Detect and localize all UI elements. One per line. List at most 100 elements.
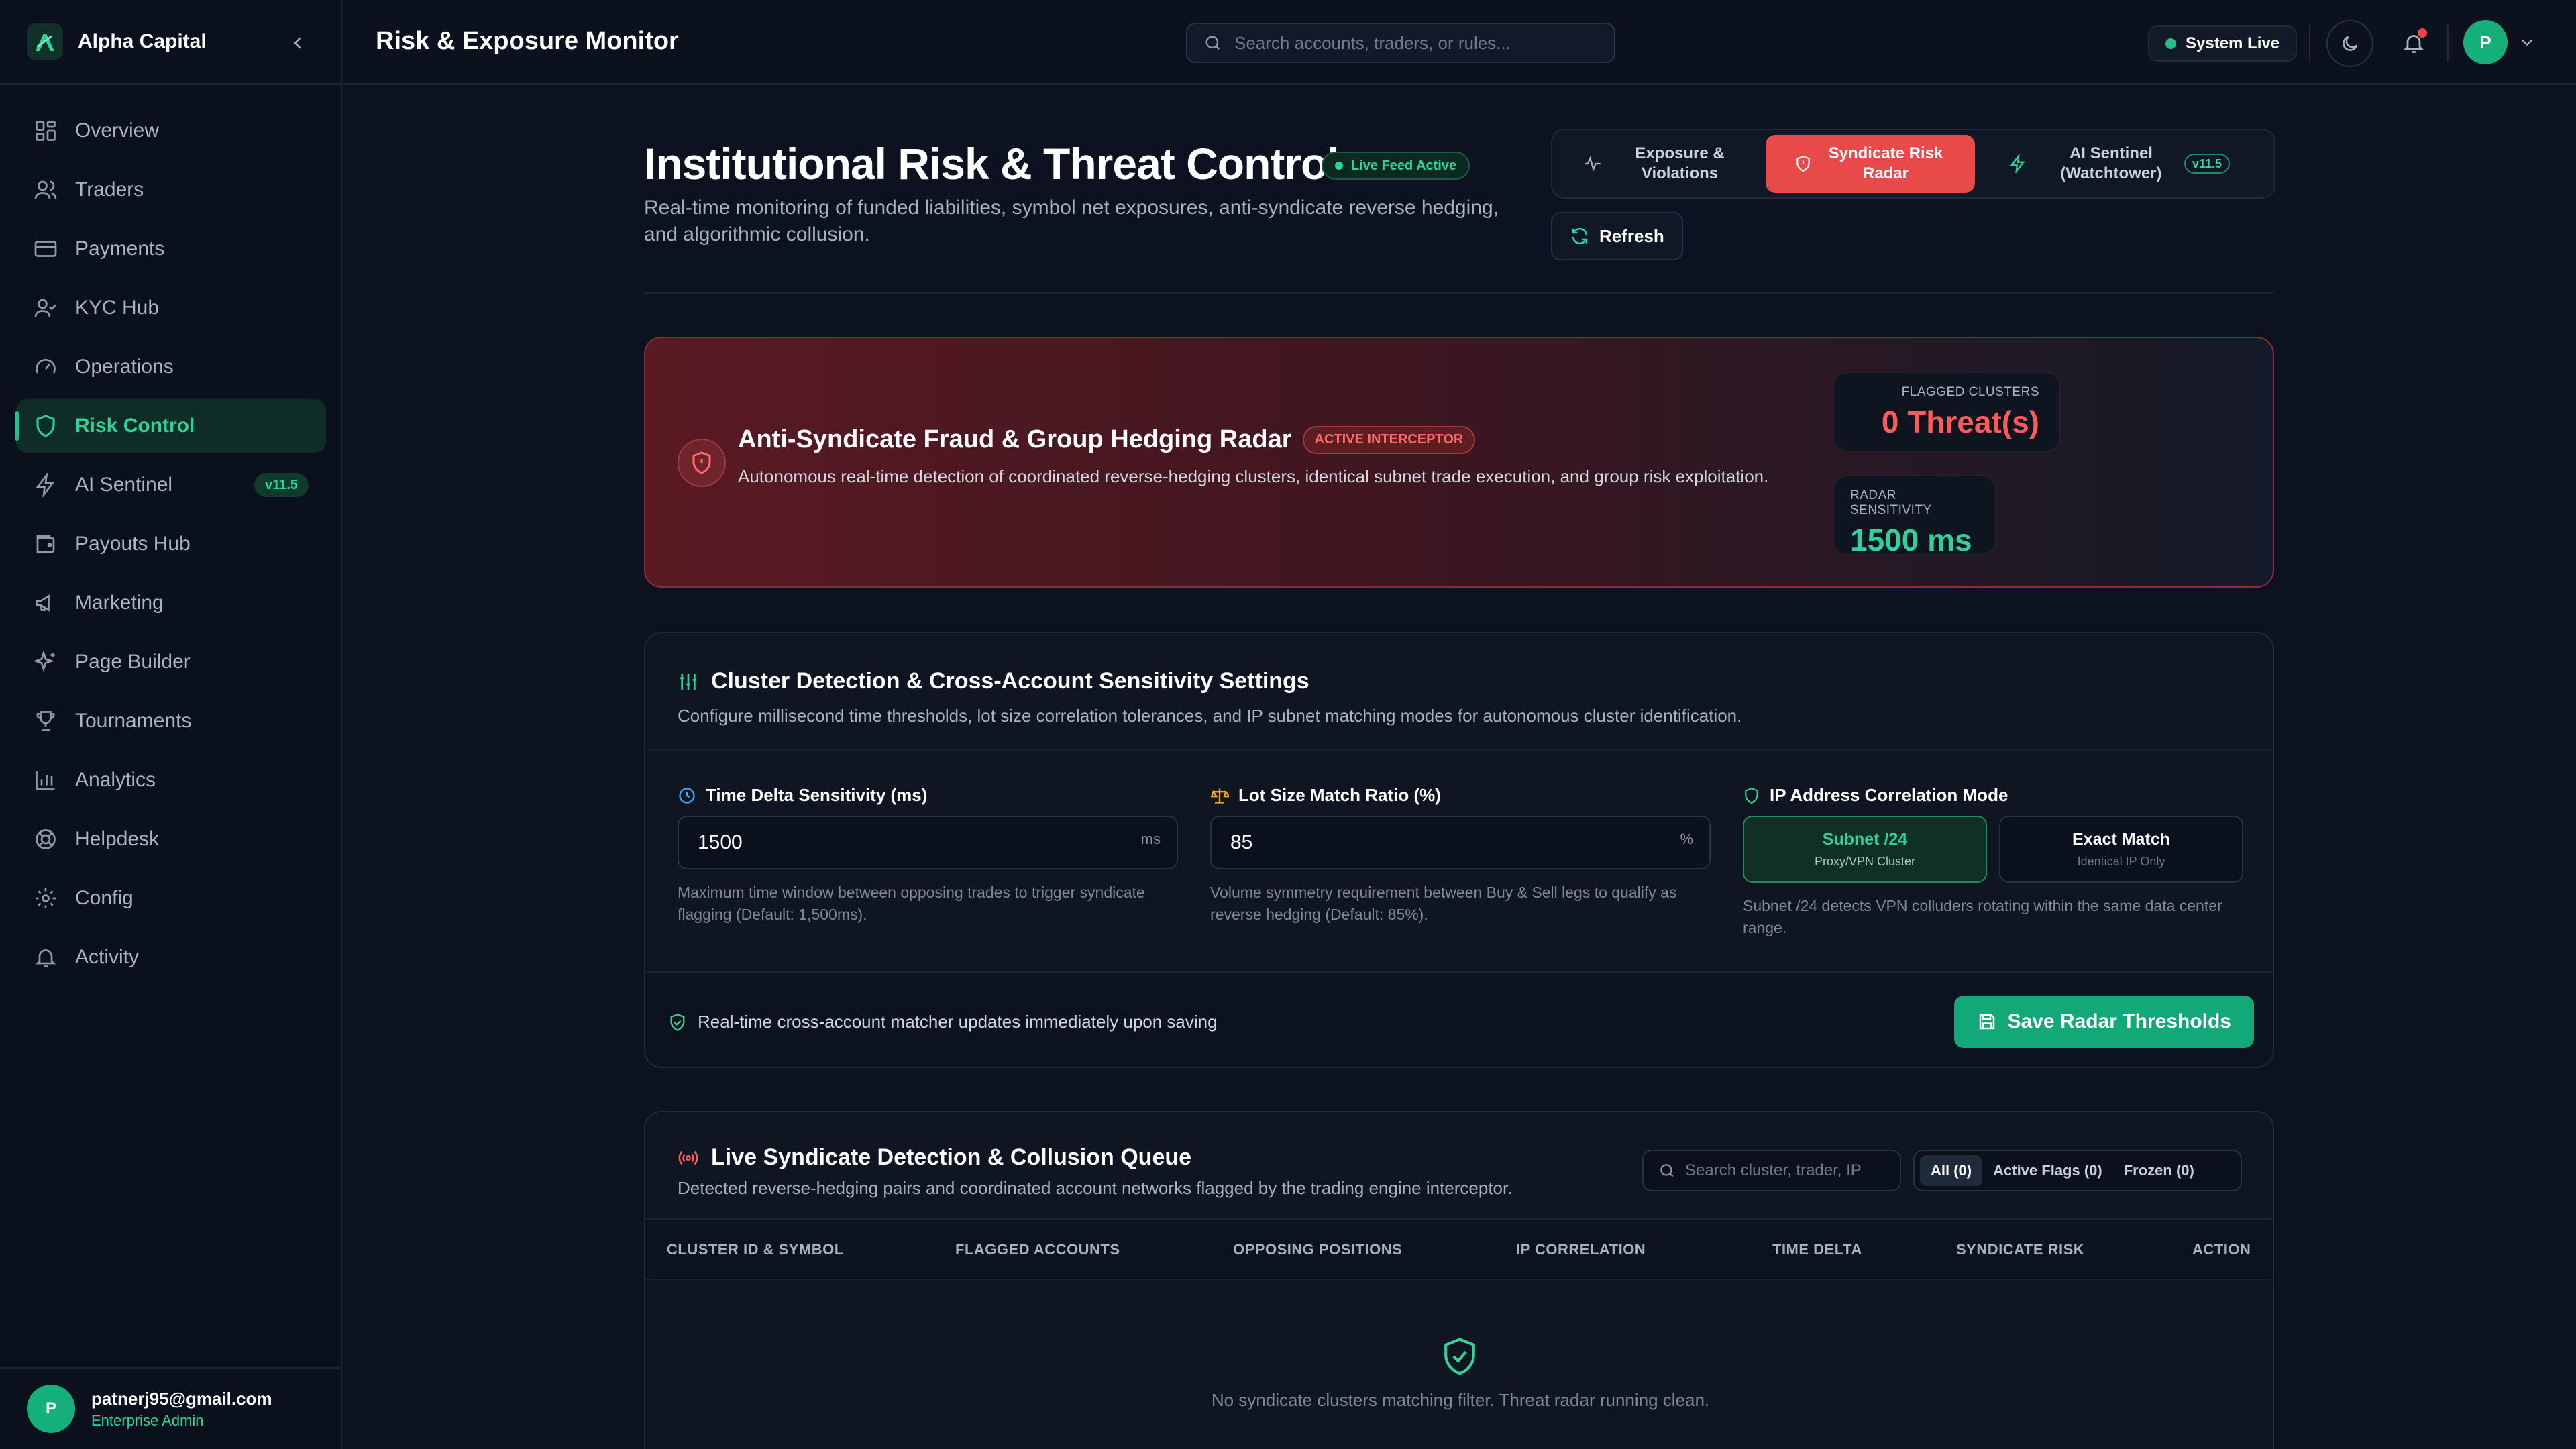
column-header[interactable]: SYNDICATE RISK	[1956, 1241, 2084, 1258]
divider	[644, 292, 2274, 294]
sidebar-item-payments[interactable]: Payments	[16, 222, 326, 276]
tab-label: Exposure & Violations	[1635, 144, 1725, 182]
save-icon	[1977, 1012, 1997, 1032]
sidebar-item-page-builder[interactable]: Page Builder	[16, 635, 326, 689]
time-delta-field[interactable]: ms	[678, 816, 1178, 869]
sidebar-item-payouts-hub[interactable]: Payouts Hub	[16, 517, 326, 571]
notification-dot	[2418, 28, 2427, 38]
save-radar-thresholds-button[interactable]: Save Radar Thresholds	[1953, 996, 2254, 1048]
brand-logo-icon[interactable]	[27, 23, 63, 60]
column-header[interactable]: TIME DELTA	[1772, 1241, 1862, 1258]
credit-card-icon	[32, 235, 59, 262]
lot-size-input[interactable]	[1230, 831, 1660, 854]
wallet-icon	[32, 531, 59, 557]
ip-mode-subnet-button[interactable]: Subnet /24 Proxy/VPN Cluster	[1743, 816, 1987, 883]
live-feed-badge: Live Feed Active	[1322, 152, 1470, 180]
ip-mode-exact-button[interactable]: Exact Match Identical IP Only	[1999, 816, 2243, 883]
avatar: P	[27, 1385, 75, 1433]
queue-search[interactable]	[1642, 1150, 1901, 1191]
column-header[interactable]: IP CORRELATION	[1516, 1241, 1646, 1258]
syndicate-radar-banner: Anti-Syndicate Fraud & Group Hedging Rad…	[644, 337, 2274, 588]
sidebar-item-traders[interactable]: Traders	[16, 163, 326, 217]
ip-mode-label-row: IP Address Correlation Mode	[1743, 785, 2008, 806]
ip-mode-help: Subnet /24 detects VPN colluders rotatin…	[1743, 897, 2222, 936]
collapse-sidebar-icon[interactable]	[284, 30, 311, 56]
table-header: CLUSTER ID & SYMBOL FLAGGED ACCOUNTS OPP…	[645, 1218, 2273, 1280]
sidebar-item-helpdesk[interactable]: Helpdesk	[16, 812, 326, 866]
radar-description: Autonomous real-time detection of coordi…	[738, 466, 1769, 486]
interceptor-badge: ACTIVE INTERCEPTOR	[1302, 425, 1476, 454]
column-header[interactable]: ACTION	[2192, 1241, 2251, 1258]
sidebar-item-overview[interactable]: Overview	[16, 104, 326, 158]
sidebar-item-analytics[interactable]: Analytics	[16, 753, 326, 807]
empty-state-message: No syndicate clusters matching filter. T…	[1211, 1390, 1710, 1410]
filter-active-flags[interactable]: Active Flags (0)	[1982, 1155, 2113, 1186]
sidebar-item-label: Payments	[75, 237, 165, 260]
lot-size-field[interactable]: %	[1210, 816, 1711, 869]
radar-title-row: Anti-Syndicate Fraud & Group Hedging Rad…	[738, 425, 1476, 454]
column-header[interactable]: OPPOSING POSITIONS	[1233, 1241, 1402, 1258]
brand: Alpha Capital	[0, 0, 342, 85]
refresh-label: Refresh	[1599, 225, 1664, 246]
sidebar-item-activity[interactable]: Activity	[16, 930, 326, 984]
mode-title: Exact Match	[2072, 830, 2170, 849]
tab-exposure-violations[interactable]: Exposure & Violations	[1558, 135, 1766, 193]
sidebar-item-marketing[interactable]: Marketing	[16, 576, 326, 630]
divider	[2447, 24, 2449, 62]
sidebar-item-kyc-hub[interactable]: KYC Hub	[16, 281, 326, 335]
sidebar-item-label: Traders	[75, 178, 144, 201]
tab-label: Syndicate Risk Radar	[1828, 144, 1943, 182]
version-badge: v11.5	[2184, 154, 2231, 174]
search-icon	[1658, 1162, 1676, 1179]
activity-icon	[1583, 154, 1602, 173]
search-input[interactable]	[1234, 32, 1597, 54]
search-icon	[1203, 34, 1222, 52]
theme-toggle-button[interactable]	[2326, 20, 2373, 67]
queue-search-input[interactable]	[1685, 1161, 1900, 1180]
sidebar-item-operations[interactable]: Operations	[16, 340, 326, 394]
mode-title: Subnet /24	[1822, 830, 1908, 849]
sidebar-item-config[interactable]: Config	[16, 871, 326, 925]
sidebar-item-label: Payouts Hub	[75, 533, 191, 555]
divider	[645, 749, 2273, 750]
avatar[interactable]: P	[2463, 20, 2508, 64]
status-dot-icon	[2165, 38, 2176, 49]
broadcast-icon	[678, 1147, 699, 1169]
time-delta-input[interactable]	[698, 831, 1127, 854]
global-search[interactable]	[1186, 23, 1615, 63]
footer-note: Real-time cross-account matcher updates …	[698, 1012, 1218, 1032]
lot-size-label: Lot Size Match Ratio (%)	[1238, 785, 1441, 805]
column-header[interactable]: FLAGGED ACCOUNTS	[955, 1241, 1120, 1258]
refresh-button[interactable]: Refresh	[1551, 212, 1683, 260]
sidebar-item-label: Operations	[75, 356, 174, 378]
sidebar-item-label: Risk Control	[75, 415, 195, 437]
gear-icon	[32, 885, 59, 912]
filter-all[interactable]: All (0)	[1920, 1155, 1983, 1186]
time-delta-label-row: Time Delta Sensitivity (ms)	[678, 785, 927, 806]
stat-label: FLAGGED CLUSTERS	[1901, 385, 2039, 399]
unit-label: ms	[1140, 830, 1161, 847]
lightning-icon	[2008, 154, 2027, 173]
notifications-button[interactable]	[2394, 23, 2434, 63]
queue-title-row: Live Syndicate Detection & Collusion Que…	[678, 1144, 1191, 1171]
tab-syndicate-risk-radar[interactable]: Syndicate Risk Radar	[1766, 135, 1975, 193]
users-icon	[32, 176, 59, 203]
filter-frozen[interactable]: Frozen (0)	[2113, 1155, 2205, 1186]
system-status-badge: System Live	[2148, 25, 2298, 62]
lifebuoy-icon	[32, 826, 59, 853]
unit-label: %	[1680, 830, 1693, 847]
shield-check-icon	[1441, 1336, 1479, 1377]
tab-ai-sentinel[interactable]: AI Sentinel (Watchtower) v11.5	[1975, 135, 2263, 193]
sidebar-item-tournaments[interactable]: Tournaments	[16, 694, 326, 748]
save-label: Save Radar Thresholds	[2007, 1010, 2231, 1032]
column-header[interactable]: CLUSTER ID & SYMBOL	[667, 1241, 844, 1258]
sidebar-item-label: Page Builder	[75, 651, 191, 673]
chevron-down-icon[interactable]	[2517, 32, 2537, 52]
ip-mode-label: IP Address Correlation Mode	[1770, 785, 2008, 805]
user-text: patnerj95@gmail.com Enterprise Admin	[91, 1389, 272, 1430]
sidebar-item-ai-sentinel[interactable]: AI Sentinel v11.5	[16, 458, 326, 512]
tab-label: AI Sentinel (Watchtower)	[2060, 144, 2162, 182]
scale-icon	[1210, 786, 1229, 805]
sidebar-item-risk-control[interactable]: Risk Control	[15, 399, 326, 453]
user-profile[interactable]: P patnerj95@gmail.com Enterprise Admin	[0, 1367, 342, 1449]
